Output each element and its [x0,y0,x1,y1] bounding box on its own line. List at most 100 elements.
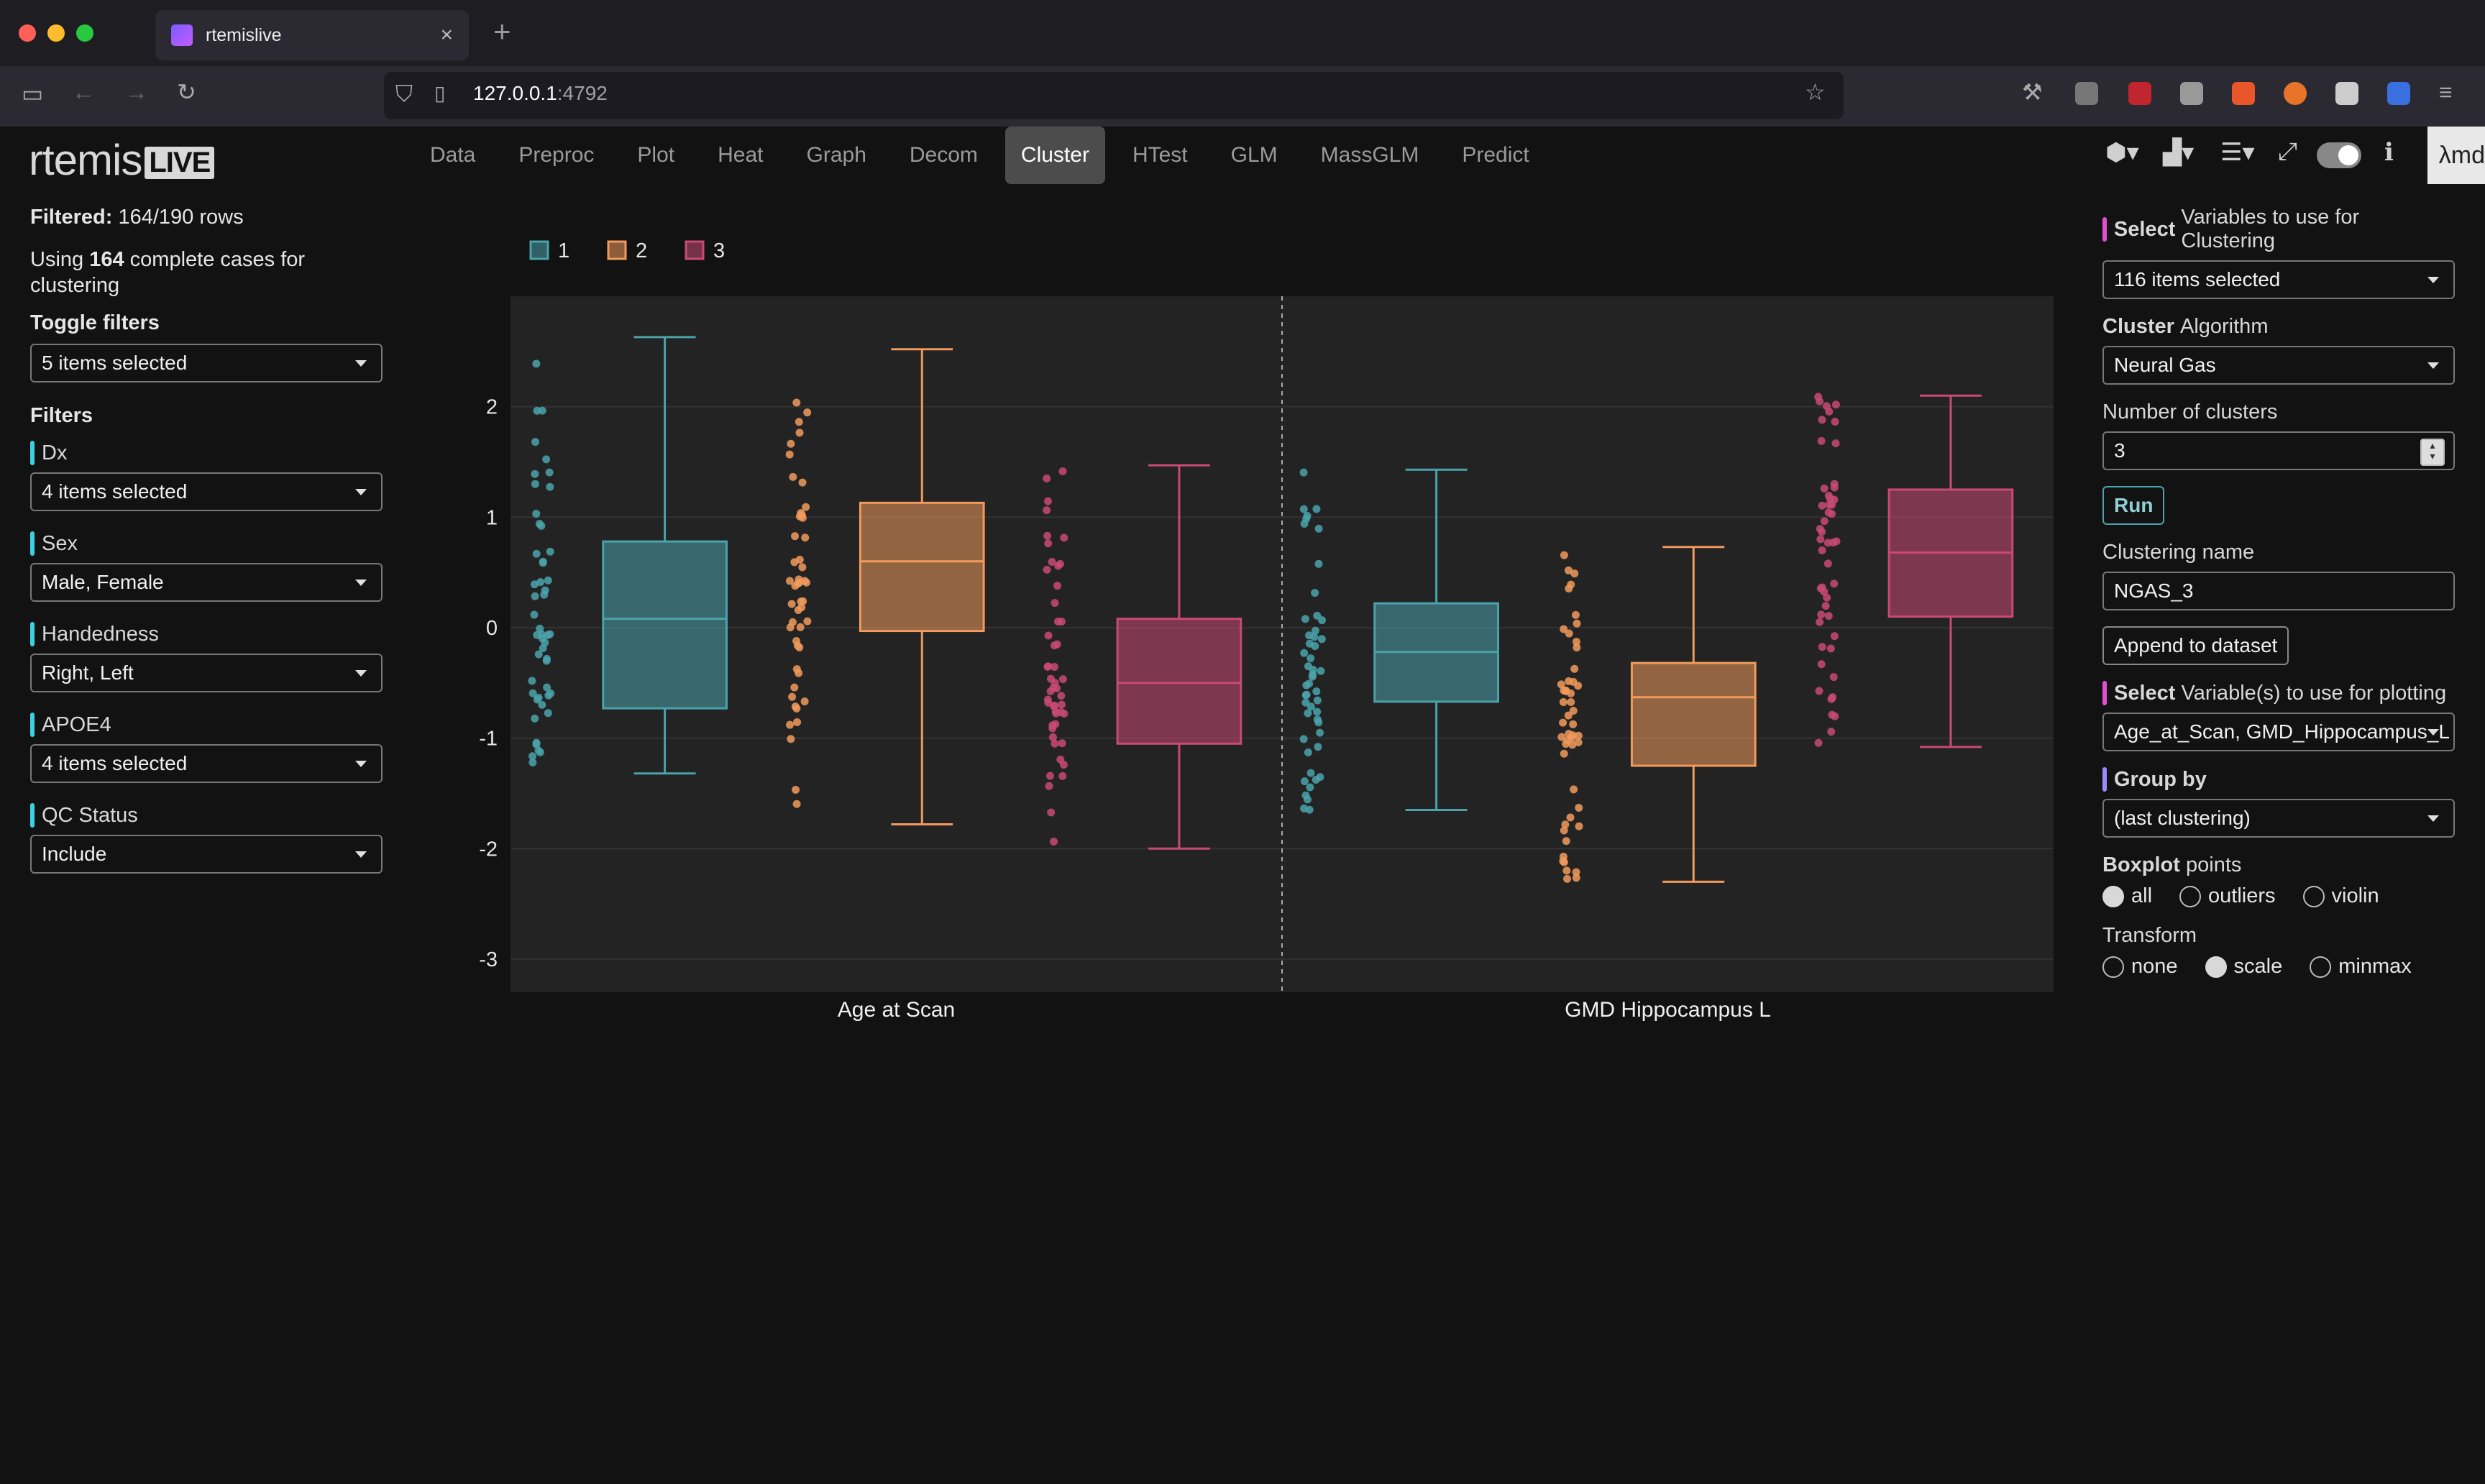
radio-circle-icon[interactable] [2102,956,2124,978]
nav-tab-decom[interactable]: Decom [894,127,994,184]
browser-tab[interactable]: rtemislive × [155,10,469,60]
data-point [1044,539,1053,548]
chevron-down-icon [355,489,367,495]
radio-circle-icon[interactable] [2205,956,2227,978]
app-logo[interactable]: rtemis LIVE [29,135,215,185]
close-window-button[interactable] [19,24,36,42]
data-point [1823,593,1831,602]
radio-violin[interactable]: violin [2302,884,2379,908]
info-icon[interactable]: ℹ [2384,138,2394,167]
minimize-window-button[interactable] [47,24,65,42]
radio-label: none [2131,955,2178,978]
toggle-filters-select[interactable]: 5 items selected [30,344,383,383]
data-point [1816,618,1824,626]
page-info-icon[interactable]: ▯ [434,83,445,104]
nav-tab-predict[interactable]: Predict [1446,127,1544,184]
cluster-vars-select[interactable]: 116 items selected [2102,260,2455,299]
nav-tab-massglm[interactable]: MassGLM [1305,127,1435,184]
extension-ublock-icon[interactable] [2128,82,2151,105]
extension-cube-icon[interactable] [2387,82,2410,105]
nav-tab-glm[interactable]: GLM [1215,127,1294,184]
chart-menu-icon[interactable]: ▟▾ [2163,138,2194,167]
nclusters-input[interactable]: 3 ▴ ▾ [2102,431,2455,470]
bookmark-star-icon[interactable]: ☆ [1805,81,1826,104]
plot-vars-select[interactable]: Age_at_Scan, GMD_Hippocampus_L [2102,713,2455,751]
data-point [542,455,551,464]
data-point [1818,416,1826,424]
data-point [1313,611,1322,620]
data-point [1564,711,1573,720]
data-point [1574,682,1583,690]
radio-minmax[interactable]: minmax [2310,955,2412,979]
new-tab-button[interactable]: + [493,14,511,49]
nav-tab-plot[interactable]: Plot [621,127,690,184]
filter-select[interactable]: Right, Left [30,654,383,692]
data-point [1570,785,1578,794]
reload-icon[interactable]: ↻ [177,81,196,104]
stepper-arrows-icon[interactable]: ▴ ▾ [2420,439,2445,466]
box-iqr [1116,618,1242,745]
y-tick-label: 2 [486,396,498,419]
label-bold: Cluster [2102,315,2174,338]
data-point [1048,721,1057,730]
filter-group: QC Status Include [30,803,383,874]
box-iqr [859,501,985,633]
extension-page-icon[interactable] [2335,82,2358,105]
data-point [544,709,552,718]
data-point [787,600,796,608]
algorithm-value: Neural Gas [2114,354,2216,376]
data-point [1313,696,1322,705]
extension-grid-icon[interactable] [2180,82,2203,105]
append-to-dataset-button[interactable]: Append to dataset [2102,626,2289,665]
zoom-window-button[interactable] [76,24,93,42]
nav-tab-graph[interactable]: Graph [791,127,882,184]
data-point [1058,467,1067,475]
theme-toggle[interactable] [2317,142,2361,168]
data-point [1817,610,1826,619]
filter-select[interactable]: 4 items selected [30,472,383,511]
filter-select[interactable]: Male, Female [30,563,383,602]
cube-menu-icon[interactable]: ⬢▾ [2105,138,2139,167]
data-point [1316,728,1324,737]
radio-scale[interactable]: scale [2205,955,2282,979]
group-by-select[interactable]: (last clustering) [2102,799,2455,838]
extension-globe-icon[interactable] [2075,82,2098,105]
sidebar-icon[interactable]: ▭ [22,82,43,105]
data-point [785,450,794,459]
data-point [1817,436,1826,445]
shield-icon[interactable]: ⛉ [395,82,413,105]
data-point [1575,804,1583,812]
nav-tab-heat[interactable]: Heat [702,127,779,184]
radio-none[interactable]: none [2102,955,2178,979]
filter-select[interactable]: 4 items selected [30,744,383,783]
data-point [1045,771,1054,780]
radio-outliers[interactable]: outliers [2179,884,2276,908]
radio-circle-icon[interactable] [2302,885,2325,907]
radio-circle-icon[interactable] [2102,885,2124,907]
expand-icon[interactable]: ⤢ [2278,138,2297,166]
nav-tab-cluster[interactable]: Cluster [1004,127,1105,184]
extension-fire-icon[interactable] [2232,82,2255,105]
radio-all[interactable]: all [2102,884,2152,908]
url-text[interactable]: 127.0.0.1:4792 [473,82,608,105]
list-menu-icon[interactable]: ☰▾ [2220,138,2255,167]
nav-tab-htest[interactable]: HTest [1117,127,1204,184]
plot-vars-label: Select Variable(s) to use for plotting [2102,681,2455,705]
back-arrow-icon[interactable]: ← [72,81,95,104]
radio-circle-icon[interactable] [2310,956,2332,978]
filter-value: 4 items selected [42,480,188,503]
menu-icon[interactable]: ≡ [2439,81,2453,104]
filter-select[interactable]: Include [30,835,383,874]
extension-duckduckgo-icon[interactable] [2284,82,2307,105]
run-button[interactable]: Run [2102,486,2165,525]
data-point [1317,667,1325,675]
forward-arrow-icon[interactable]: → [125,81,148,104]
clustering-name-input[interactable]: NGAS_3 [2102,572,2455,610]
algorithm-select[interactable]: Neural Gas [2102,346,2455,385]
nav-tab-preproc[interactable]: Preproc [503,127,610,184]
nav-tab-data[interactable]: Data [414,127,491,184]
radio-circle-icon[interactable] [2179,885,2202,907]
wrench-icon[interactable]: ⚒ [2022,81,2043,104]
data-point [1814,393,1823,401]
tab-close-icon[interactable]: × [440,23,453,47]
